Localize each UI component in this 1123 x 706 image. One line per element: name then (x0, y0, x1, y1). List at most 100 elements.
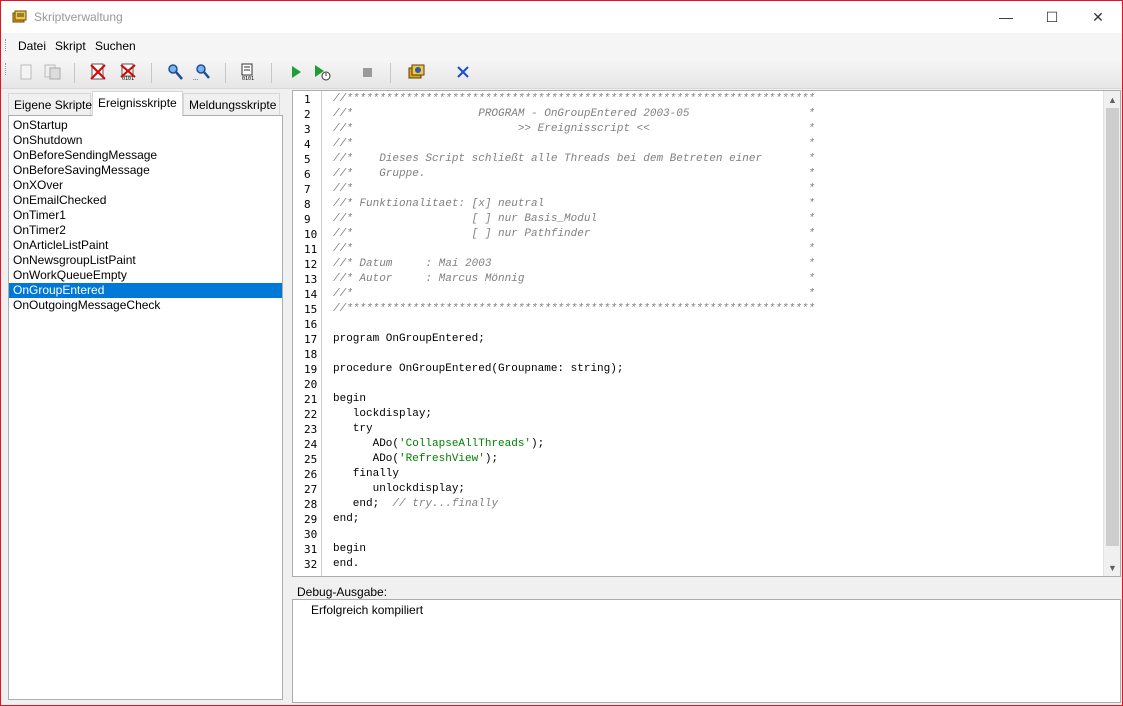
code-line: //* * (333, 243, 815, 255)
title-bar: Skriptverwaltung — ☐ ✕ (1, 1, 1122, 33)
vertical-splitter[interactable] (285, 91, 291, 703)
line-number: 11 (304, 243, 318, 256)
list-item[interactable]: OnTimer1 (9, 208, 282, 223)
line-number: 28 (304, 498, 318, 511)
code-line: finally (333, 468, 400, 480)
maximize-button[interactable]: ☐ (1029, 1, 1075, 33)
code-editor[interactable]: 1 2 3 4 5 6 7 8 9 10 11 12 13 14 15 16 17 18 19 20 21 22 23 24 2… (292, 90, 1121, 577)
tab-ereignisskripte[interactable]: Ereignisskripte (92, 91, 183, 116)
scroll-down-icon[interactable]: ▼ (1104, 559, 1120, 576)
line-number: 19 (304, 363, 318, 376)
code-line: //* [ ] nur Pathfinder * (333, 228, 815, 240)
list-item[interactable]: OnXOver (9, 178, 282, 193)
stop-button[interactable] (358, 63, 378, 83)
line-number: 1 (304, 93, 311, 106)
list-item[interactable]: OnTimer2 (9, 223, 282, 238)
code-line: end; (333, 513, 360, 525)
run-button[interactable] (286, 63, 306, 83)
close-icon (455, 64, 471, 83)
line-number: 10 (304, 228, 318, 241)
line-number: 27 (304, 483, 318, 496)
copy-script-icon (44, 64, 62, 83)
code-line: unlockdisplay; (333, 483, 466, 495)
copy-script-button[interactable] (43, 63, 63, 83)
menu-datei[interactable]: Datei (18, 39, 46, 53)
code-token: end; (333, 498, 393, 510)
line-number: 5 (304, 153, 311, 166)
code-area[interactable]: //**************************************… (333, 91, 1105, 576)
line-number: 18 (304, 348, 318, 361)
code-line: //**************************************… (333, 303, 815, 315)
line-number: 17 (304, 333, 318, 346)
settings-button[interactable] (407, 63, 427, 83)
tab-meldungsskripte[interactable]: Meldungsskripte (183, 93, 280, 115)
code-line: ADo('RefreshView'); (333, 452, 498, 467)
compile-icon: 0101 (240, 63, 258, 84)
stop-icon (360, 64, 376, 83)
code-line: ADo('CollapseAllThreads'); (333, 437, 545, 452)
debug-label: Debug-Ausgabe: (297, 585, 388, 599)
line-number: 31 (304, 543, 318, 556)
find-button[interactable] (165, 63, 185, 83)
settings-icon (407, 63, 427, 84)
tab-eigene-skripte[interactable]: Eigene Skripte (8, 93, 92, 115)
list-item[interactable]: OnBeforeSavingMessage (9, 163, 282, 178)
compile-button[interactable]: 0101 (239, 63, 259, 83)
delete-compiled-icon: 0101 (119, 63, 137, 84)
minimize-button[interactable]: — (983, 1, 1029, 33)
menu-suchen[interactable]: Suchen (95, 39, 136, 53)
code-token: ); (484, 453, 499, 465)
list-item[interactable]: OnOutgoingMessageCheck (9, 298, 282, 313)
find-next-button[interactable]: ... (192, 63, 212, 83)
scrollbar-thumb[interactable] (1106, 108, 1119, 546)
list-item[interactable]: OnArticleListPaint (9, 238, 282, 253)
line-number: 16 (304, 318, 318, 331)
code-line: //* >> Ereignisscript << * (333, 123, 815, 135)
delete-script-button[interactable] (88, 63, 108, 83)
code-token: ADo( (333, 453, 400, 465)
code-line: //* * (333, 138, 815, 150)
code-line: //* PROGRAM - OnGroupEntered 2003-05 * (333, 108, 815, 120)
code-line: //* Datum : Mai 2003 * (333, 258, 815, 270)
script-list-items: OnStartup OnShutdown OnBeforeSendingMessag… (9, 118, 282, 313)
line-number: 12 (304, 258, 318, 271)
code-line: //* Dieses Script schließt alle Threads … (333, 153, 815, 165)
code-line: begin (333, 393, 367, 405)
menu-grip (5, 39, 8, 51)
code-comment: // try...finally (392, 498, 499, 510)
debug-run-button[interactable] (312, 63, 332, 83)
code-string: 'CollapseAllThreads' (399, 438, 532, 450)
line-number: 32 (304, 558, 318, 571)
line-number: 6 (304, 168, 311, 181)
scroll-up-icon[interactable]: ▲ (1104, 91, 1120, 108)
list-item[interactable]: OnNewsgroupListPaint (9, 253, 282, 268)
close-script-button[interactable] (453, 63, 473, 83)
line-number: 21 (304, 393, 318, 406)
code-line: //* Gruppe. * (333, 168, 815, 180)
line-number-gutter: 1 2 3 4 5 6 7 8 9 10 11 12 13 14 15 16 17 18 19 20 21 22 23 24 2… (293, 91, 322, 576)
close-icon: ✕ (1092, 8, 1104, 25)
code-string: 'RefreshView' (399, 453, 485, 465)
menu-bar: Datei Skript Suchen (1, 33, 1122, 57)
list-item[interactable]: OnBeforeSendingMessage (9, 148, 282, 163)
line-number: 25 (304, 453, 318, 466)
code-line: //* * (333, 183, 815, 195)
list-item[interactable]: OnShutdown (9, 133, 282, 148)
code-line: begin (333, 543, 367, 555)
list-item[interactable]: OnGroupEntered (9, 283, 282, 298)
toolbar: 0101 ... 0101 (1, 57, 1122, 89)
new-script-button[interactable] (16, 63, 36, 83)
delete-compiled-button[interactable]: 0101 (118, 63, 138, 83)
list-item[interactable]: OnWorkQueueEmpty (9, 268, 282, 283)
menu-skript[interactable]: Skript (55, 39, 86, 53)
line-number: 20 (304, 378, 318, 391)
find-next-icon: ... (193, 63, 211, 84)
line-number: 22 (304, 408, 318, 421)
close-window-button[interactable]: ✕ (1075, 1, 1121, 33)
code-line: //* Funktionalitaet: [x] neutral * (333, 198, 815, 210)
line-number: 3 (304, 123, 311, 136)
debug-output-panel[interactable]: Erfolgreich kompiliert (292, 599, 1121, 703)
list-item[interactable]: OnStartup (9, 118, 282, 133)
list-item[interactable]: OnEmailChecked (9, 193, 282, 208)
editor-scrollbar[interactable]: ▲ ▼ (1103, 91, 1120, 576)
